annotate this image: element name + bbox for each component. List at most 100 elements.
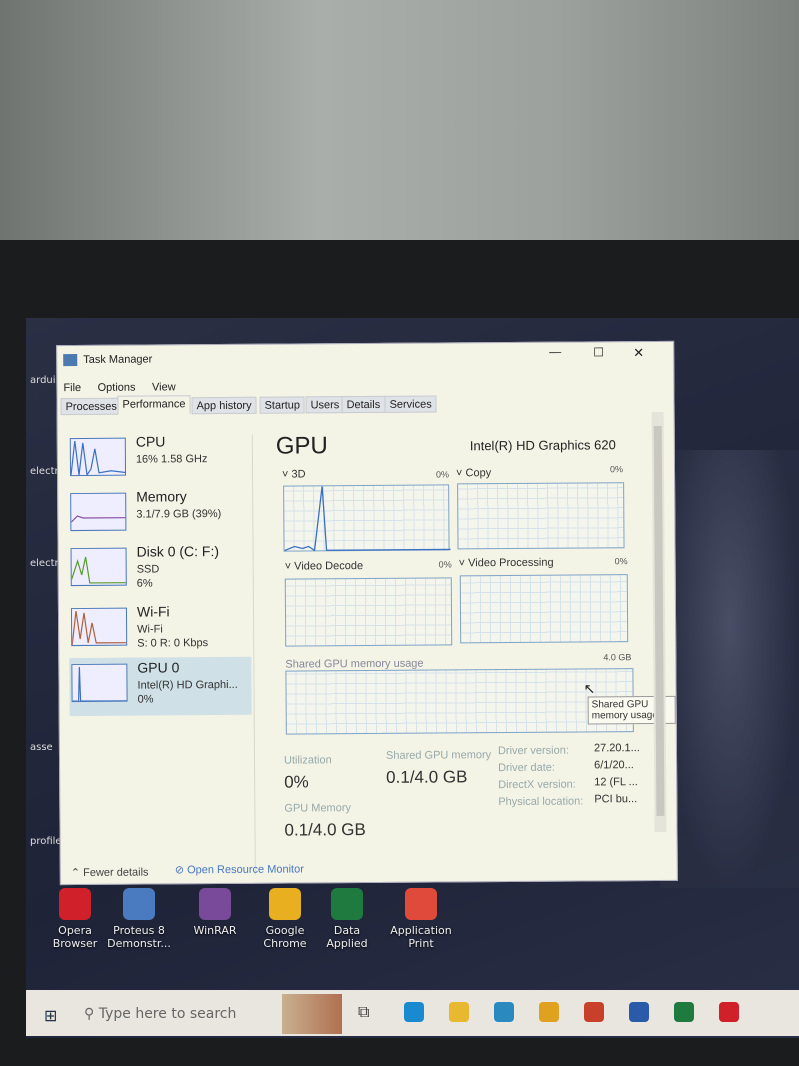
desktop-shortcut[interactable]: Proteus 8 Demonstr... xyxy=(104,888,174,950)
engine-label: Video Decode xyxy=(294,560,364,573)
task-view-icon[interactable]: ⧉ xyxy=(358,1002,369,1022)
shared-memory-value: 0.1/4.0 GB xyxy=(386,767,468,787)
desktop-shortcut[interactable]: Application Print xyxy=(386,888,456,950)
engine-label: Video Processing xyxy=(468,556,554,570)
mouse-cursor-icon: ↖ xyxy=(583,680,596,697)
app-icon xyxy=(199,888,231,920)
search-icon: ⚲ xyxy=(84,1006,99,1022)
resource-monitor-label: Open Resource Monitor xyxy=(187,863,304,877)
opera-icon[interactable] xyxy=(719,1002,739,1022)
sidebar-item-name: Wi-Fi xyxy=(136,603,170,620)
close-button[interactable]: ✕ xyxy=(633,345,644,361)
detail-value: 6/1/20... xyxy=(594,759,634,772)
app-icon xyxy=(59,888,91,920)
scrollbar-thumb[interactable] xyxy=(653,425,665,816)
fewer-details-button[interactable]: ⌃ Fewer details xyxy=(71,866,149,880)
engine-3d-pct: 0% xyxy=(435,469,450,480)
3d-line xyxy=(284,486,451,552)
detail-key: DirectX version: xyxy=(498,778,576,792)
scrollbar[interactable] xyxy=(651,411,667,832)
shared-memory-graph[interactable] xyxy=(285,668,634,735)
adapter-name: Intel(R) HD Graphics 620 xyxy=(469,437,616,454)
engine-video-decode-graph xyxy=(284,577,453,647)
gpu-memory-value: 0.1/4.0 GB xyxy=(284,820,366,840)
wallpaper-map xyxy=(660,450,799,888)
background-wall xyxy=(0,0,799,245)
sidebar-item-cpu[interactable]: CPU 16% 1.58 GHz xyxy=(68,431,250,490)
engine-3d-label[interactable]: ˅ 3D xyxy=(282,468,306,480)
engine-video-decode-label[interactable]: ˅ Video Decode xyxy=(285,560,363,573)
detail-key: Driver date: xyxy=(498,761,555,775)
sidebar-item-detail: Wi-Fi xyxy=(137,623,163,636)
news-widget[interactable] xyxy=(282,994,342,1034)
desktop-item-label[interactable]: profile xyxy=(30,836,62,847)
tab-details[interactable]: Details xyxy=(341,395,386,414)
desktop-shortcut[interactable]: Opera Browser xyxy=(40,888,110,950)
file-explorer-icon[interactable] xyxy=(449,1002,469,1022)
task-manager-icon xyxy=(63,354,78,367)
edge-icon[interactable] xyxy=(404,1002,424,1022)
engine-copy-label[interactable]: ˅ Copy xyxy=(456,467,491,479)
detail-key: Driver version: xyxy=(497,744,569,758)
tab-app-history[interactable]: App history xyxy=(191,396,257,415)
shared-memory-max: 4.0 GB xyxy=(603,652,632,663)
engine-video-processing-graph xyxy=(459,574,629,644)
shared-memory-label: Shared GPU memory xyxy=(385,749,492,762)
sidebar-item-gpu[interactable]: GPU 0 Intel(R) HD Graphi... 0% xyxy=(69,656,252,717)
engine-copy-graph xyxy=(457,482,625,550)
tab-services[interactable]: Services xyxy=(384,395,437,413)
engine-3d-graph xyxy=(283,484,451,552)
powerpoint-icon[interactable] xyxy=(584,1002,604,1022)
open-resource-monitor-link[interactable]: ⊘ Open Resource Monitor xyxy=(175,862,304,876)
mail-icon[interactable] xyxy=(494,1002,514,1022)
desktop-item-label[interactable]: ardui xyxy=(30,375,56,386)
menu-file[interactable]: File xyxy=(63,382,81,394)
windows-start-icon[interactable]: ⊞ xyxy=(44,1006,57,1025)
sidebar-item-name: Memory xyxy=(136,488,187,505)
detail-value: PCI bu... xyxy=(594,793,638,806)
tab-performance[interactable]: Performance xyxy=(117,395,191,415)
sidebar-item-memory[interactable]: Memory 3.1/7.9 GB (39%) xyxy=(68,486,250,545)
taskbar: ⊞ ⚲ Type here to search ⧉ xyxy=(26,990,799,1036)
search-placeholder: Type here to search xyxy=(98,1006,237,1022)
engine-video-processing-label[interactable]: ˅ Video Processing xyxy=(459,557,554,570)
desktop-shortcut[interactable]: WinRAR xyxy=(180,888,250,937)
shortcut-label: Opera Browser xyxy=(52,924,98,950)
menu-options[interactable]: Options xyxy=(98,382,136,394)
detail-value: 27.20.1... xyxy=(593,742,640,755)
desktop-shortcut[interactable]: Data Applied xyxy=(312,888,382,950)
sidebar-item-wi-fi[interactable]: Wi-Fi Wi-Fi S: 0 R: 0 Kbps xyxy=(69,601,251,660)
minimize-button[interactable]: — xyxy=(549,345,561,359)
shortcut-label: Data Applied xyxy=(326,924,368,950)
sidebar-item-detail: Intel(R) HD Graphi... xyxy=(137,678,238,692)
detail-key: Physical location: xyxy=(498,795,584,809)
tab-startup[interactable]: Startup xyxy=(259,396,306,414)
sidebar-item-detail: 6% xyxy=(136,577,153,590)
sidebar-item-disk[interactable]: Disk 0 (C: F:) SSD 6% xyxy=(68,541,250,600)
shared-memory-graph-label: Shared GPU memory usage xyxy=(285,657,424,671)
gpu-memory-label: GPU Memory xyxy=(284,802,352,815)
page-title: GPU xyxy=(275,432,328,460)
menu-view[interactable]: View xyxy=(152,381,176,393)
excel-icon[interactable] xyxy=(674,1002,694,1022)
chrome-icon[interactable] xyxy=(539,1002,559,1022)
engine-video-processing-pct: 0% xyxy=(614,556,628,567)
word-icon[interactable] xyxy=(629,1002,649,1022)
tab-users[interactable]: Users xyxy=(305,396,345,414)
app-icon xyxy=(123,888,155,920)
maximize-button[interactable]: ☐ xyxy=(593,345,604,359)
search-box[interactable]: ⚲ Type here to search xyxy=(84,1006,236,1022)
engine-label: Copy xyxy=(465,467,492,480)
sidebar-thumbnail-graph xyxy=(70,547,128,587)
tab-processes[interactable]: Processes xyxy=(60,397,122,416)
desktop-shortcut[interactable]: Google Chrome xyxy=(250,888,320,950)
divider xyxy=(251,434,256,875)
sidebar-thumbnail-graph xyxy=(70,492,128,532)
resource-monitor-icon: ⊘ xyxy=(174,864,188,877)
sidebar-item-name: GPU 0 xyxy=(137,659,180,676)
desktop-item-label[interactable]: asse xyxy=(30,742,53,753)
app-icon xyxy=(331,888,363,920)
desktop-item-label[interactable]: electr xyxy=(30,558,59,569)
sidebar-thumbnail-graph xyxy=(70,607,129,647)
desktop-item-label[interactable]: electr xyxy=(30,466,59,477)
